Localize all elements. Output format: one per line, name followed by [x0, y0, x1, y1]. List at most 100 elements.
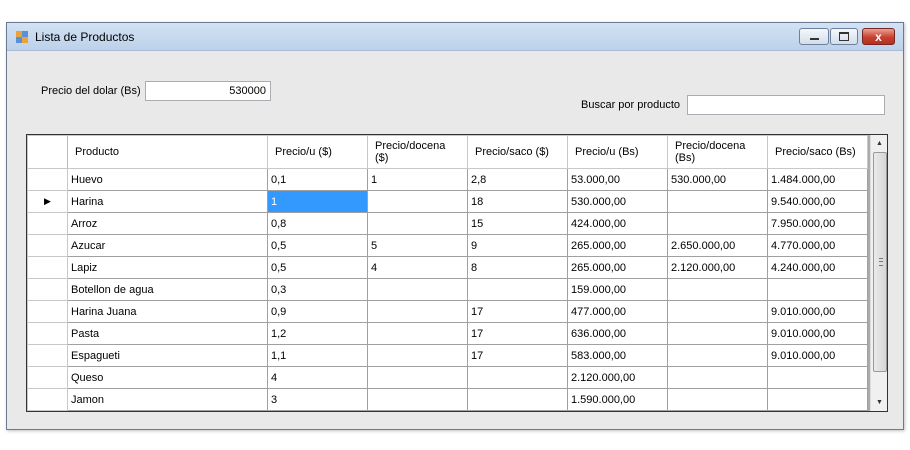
table-cell[interactable]: [367, 278, 468, 301]
column-header[interactable]: Precio/docena (Bs): [667, 135, 768, 169]
table-cell[interactable]: 1,2: [267, 322, 368, 345]
table-cell[interactable]: [367, 344, 468, 367]
table-cell[interactable]: [367, 190, 468, 213]
scroll-down-icon[interactable]: ▼: [871, 394, 887, 411]
table-row[interactable]: Espagueti 1,1 17 583.000,00 9.010.000,00: [27, 344, 868, 367]
table-cell[interactable]: 9.010.000,00: [767, 344, 868, 367]
table-cell[interactable]: 7.950.000,00: [767, 212, 868, 235]
table-cell[interactable]: 8: [467, 256, 568, 279]
table-cell[interactable]: 0,5: [267, 234, 368, 257]
table-cell[interactable]: [667, 388, 768, 411]
table-cell[interactable]: Huevo: [67, 168, 268, 191]
table-cell[interactable]: [367, 212, 468, 235]
table-cell[interactable]: 15: [467, 212, 568, 235]
column-header[interactable]: Producto: [67, 135, 268, 169]
table-row[interactable]: Lapiz 0,5 4 8 265.000,00 2.120.000,00 4.240.00…: [27, 256, 868, 279]
table-cell[interactable]: Espagueti: [67, 344, 268, 367]
table-cell[interactable]: 9.010.000,00: [767, 322, 868, 345]
table-cell[interactable]: [467, 278, 568, 301]
table-cell[interactable]: [367, 300, 468, 323]
table-cell[interactable]: 583.000,00: [567, 344, 668, 367]
products-grid[interactable]: Producto Precio/u ($) Precio/docena ($) …: [26, 134, 888, 412]
table-cell[interactable]: 2.120.000,00: [567, 366, 668, 389]
table-row[interactable]: Arroz 0,8 15 424.000,00 7.950.000,00: [27, 212, 868, 235]
table-cell[interactable]: 3: [267, 388, 368, 411]
table-cell[interactable]: 17: [467, 322, 568, 345]
row-header[interactable]: [27, 300, 68, 323]
table-cell[interactable]: 159.000,00: [567, 278, 668, 301]
table-cell[interactable]: 17: [467, 300, 568, 323]
table-cell[interactable]: Lapiz: [67, 256, 268, 279]
scrollbar-thumb[interactable]: [873, 152, 887, 372]
row-header[interactable]: ▶: [27, 190, 68, 213]
row-header[interactable]: [27, 278, 68, 301]
table-cell[interactable]: 5: [367, 234, 468, 257]
maximize-button[interactable]: [830, 28, 858, 45]
table-cell[interactable]: 424.000,00: [567, 212, 668, 235]
table-cell[interactable]: Jamon: [67, 388, 268, 411]
buscar-input[interactable]: [687, 95, 885, 115]
table-cell[interactable]: [667, 344, 768, 367]
table-cell[interactable]: 1,1: [267, 344, 368, 367]
column-header[interactable]: Precio/docena ($): [367, 135, 468, 169]
table-cell[interactable]: [667, 212, 768, 235]
row-header[interactable]: [27, 344, 68, 367]
row-header[interactable]: [27, 366, 68, 389]
table-cell[interactable]: [367, 366, 468, 389]
row-header[interactable]: [27, 388, 68, 411]
table-cell[interactable]: [767, 388, 868, 411]
table-cell[interactable]: [667, 190, 768, 213]
column-header[interactable]: Precio/u ($): [267, 135, 368, 169]
table-cell[interactable]: 4: [267, 366, 368, 389]
table-cell[interactable]: [467, 388, 568, 411]
vertical-scrollbar[interactable]: ▲ ▼: [870, 135, 887, 411]
table-cell[interactable]: 1: [367, 168, 468, 191]
table-cell[interactable]: 2,8: [467, 168, 568, 191]
table-cell[interactable]: 2.650.000,00: [667, 234, 768, 257]
table-cell[interactable]: 17: [467, 344, 568, 367]
table-cell[interactable]: [667, 278, 768, 301]
table-row[interactable]: Botellon de agua 0,3 159.000,00: [27, 278, 868, 301]
column-header[interactable]: Precio/saco (Bs): [767, 135, 868, 169]
column-header[interactable]: Precio/saco ($): [467, 135, 568, 169]
table-row[interactable]: Jamon 3 1.590.000,00: [27, 388, 868, 411]
column-header[interactable]: Precio/u (Bs): [567, 135, 668, 169]
row-header[interactable]: [27, 322, 68, 345]
table-row[interactable]: Queso 4 2.120.000,00: [27, 366, 868, 389]
row-header[interactable]: [27, 256, 68, 279]
table-cell[interactable]: Harina Juana: [67, 300, 268, 323]
table-cell[interactable]: Harina: [67, 190, 268, 213]
table-cell[interactable]: 9: [467, 234, 568, 257]
table-cell[interactable]: 265.000,00: [567, 234, 668, 257]
table-cell[interactable]: 477.000,00: [567, 300, 668, 323]
table-cell[interactable]: 4.770.000,00: [767, 234, 868, 257]
table-cell[interactable]: 0,5: [267, 256, 368, 279]
table-row[interactable]: Huevo 0,1 1 2,8 53.000,00 530.000,00 1.484.000…: [27, 168, 868, 191]
table-cell[interactable]: 530.000,00: [667, 168, 768, 191]
table-cell[interactable]: 0,8: [267, 212, 368, 235]
table-cell[interactable]: Queso: [67, 366, 268, 389]
table-cell[interactable]: [767, 366, 868, 389]
table-cell[interactable]: 4.240.000,00: [767, 256, 868, 279]
table-cell[interactable]: [667, 366, 768, 389]
table-cell[interactable]: [767, 278, 868, 301]
table-cell[interactable]: 9.010.000,00: [767, 300, 868, 323]
table-cell[interactable]: 1.590.000,00: [567, 388, 668, 411]
row-header[interactable]: [27, 212, 68, 235]
table-cell[interactable]: Botellon de agua: [67, 278, 268, 301]
table-cell[interactable]: 0,1: [267, 168, 368, 191]
scroll-up-icon[interactable]: ▲: [871, 135, 887, 152]
table-cell[interactable]: [667, 322, 768, 345]
table-cell[interactable]: 9.540.000,00: [767, 190, 868, 213]
table-cell[interactable]: [467, 366, 568, 389]
table-cell[interactable]: 636.000,00: [567, 322, 668, 345]
table-cell[interactable]: [367, 322, 468, 345]
row-header[interactable]: [27, 234, 68, 257]
table-cell[interactable]: 18: [467, 190, 568, 213]
table-cell[interactable]: 0,3: [267, 278, 368, 301]
table-cell[interactable]: 265.000,00: [567, 256, 668, 279]
table-cell[interactable]: 530.000,00: [567, 190, 668, 213]
table-cell[interactable]: [367, 388, 468, 411]
close-button[interactable]: x: [862, 28, 895, 45]
minimize-button[interactable]: [799, 28, 829, 45]
